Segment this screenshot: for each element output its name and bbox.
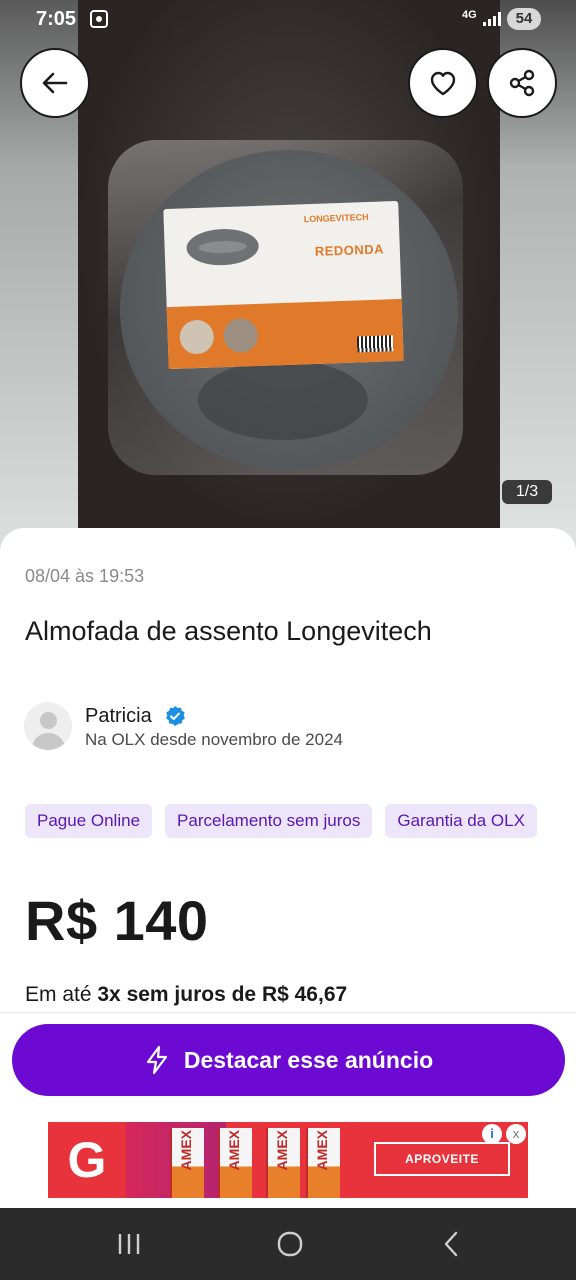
ad-product-box: AMEX <box>170 1128 204 1198</box>
back-chevron-icon <box>444 1231 458 1257</box>
arrow-left-icon <box>42 72 68 94</box>
ad-banner[interactable]: G AMEX AMEX AMEX AMEX APROVEITE i x <box>48 1122 528 1198</box>
status-bar: 7:05 4G 54 <box>0 0 576 40</box>
network-type: 4G <box>462 9 477 21</box>
seller-name[interactable]: Patricia <box>85 705 152 728</box>
label-thumbnail <box>179 319 215 355</box>
badge-garantia: Garantia da OLX <box>385 804 537 838</box>
installments-prefix: Em até <box>25 983 98 1006</box>
ad-product-box: AMEX <box>306 1128 340 1198</box>
label-orange-band <box>166 298 404 370</box>
badge-parcelamento: Parcelamento sem juros <box>165 804 373 838</box>
nav-home-button[interactable] <box>260 1226 320 1262</box>
battery-indicator: 54 <box>507 8 541 30</box>
highlight-listing-button[interactable]: Destacar esse anúncio <box>12 1024 565 1096</box>
share-icon <box>509 69 535 97</box>
avatar-body <box>32 733 65 750</box>
listing-details: 08/04 às 19:53 Almofada de assento Longe… <box>0 528 576 1218</box>
post-date: 08/04 às 19:53 <box>25 566 145 586</box>
home-icon <box>277 1231 303 1257</box>
nav-recents-button[interactable] <box>99 1226 159 1262</box>
label-thumbnail <box>223 317 259 354</box>
label-brand-text: LONGEVITECH <box>303 211 369 225</box>
favorite-button[interactable] <box>408 48 478 118</box>
label-product-image <box>186 227 260 267</box>
status-time: 7:05 <box>36 8 77 30</box>
system-navigation-bar <box>0 1208 576 1280</box>
price: R$ 140 <box>25 889 209 952</box>
back-button[interactable] <box>20 48 90 118</box>
installments-value: 3x sem juros de R$ 46,67 <box>97 983 348 1006</box>
cushion-hole <box>198 360 368 440</box>
avatar-head <box>40 712 57 729</box>
signal-icon <box>483 12 501 26</box>
photo-counter: 1/3 <box>502 480 552 504</box>
verified-check-icon <box>166 706 185 726</box>
installments-info: Em até 3x sem juros de R$ 46,67 <box>25 983 347 1007</box>
avatar[interactable] <box>24 702 72 750</box>
heart-icon <box>430 71 456 96</box>
divider <box>0 1012 576 1013</box>
nav-back-button[interactable] <box>421 1226 481 1262</box>
barcode <box>356 335 394 353</box>
ad-logo: G <box>67 1132 107 1188</box>
lightning-icon <box>146 1045 167 1075</box>
highlight-label: Destacar esse anúncio <box>183 1046 434 1073</box>
listing-title: Almofada de assento Longevitech <box>25 616 432 646</box>
seller-since: Na OLX desde novembro de 2024 <box>85 730 344 749</box>
feature-badges: Pague Online Parcelamento sem juros Gara… <box>25 804 537 838</box>
product-label-card: LONGEVITECH REDONDA <box>163 200 404 370</box>
ad-product-box: AMEX <box>266 1128 300 1198</box>
ad-info-icon[interactable]: i <box>482 1124 502 1144</box>
ad-close-icon[interactable]: x <box>506 1124 526 1144</box>
label-title-text: REDONDA <box>314 241 385 259</box>
badge-pague-online: Pague Online <box>25 804 153 838</box>
share-button[interactable] <box>487 48 557 118</box>
ad-product-box: AMEX <box>218 1128 252 1198</box>
screen-record-icon <box>90 10 108 28</box>
ad-cta-button[interactable]: APROVEITE <box>374 1142 510 1176</box>
recents-icon <box>118 1234 140 1254</box>
